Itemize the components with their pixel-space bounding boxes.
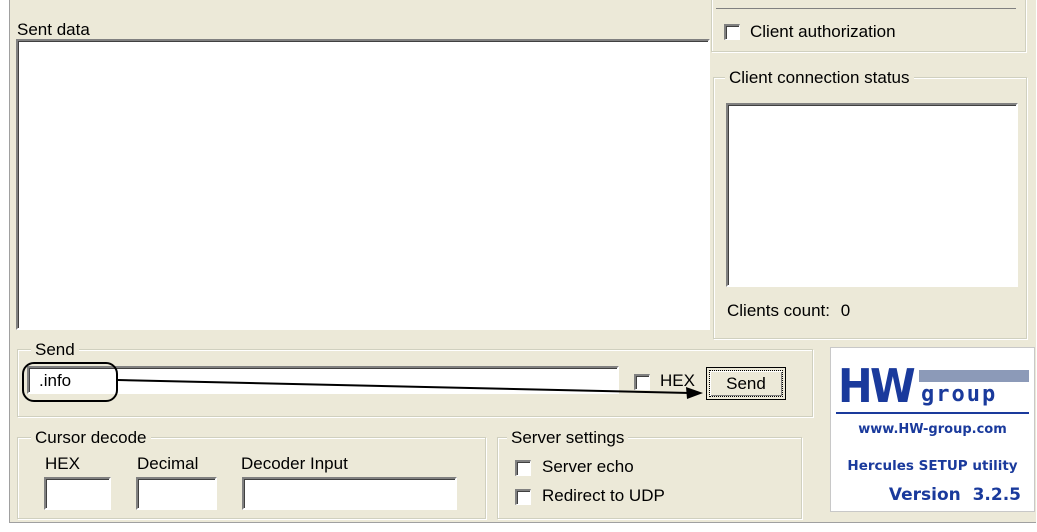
server-echo-label: Server echo bbox=[542, 457, 634, 476]
decoder-input-field[interactable] bbox=[242, 477, 457, 510]
server-echo-checkbox[interactable] bbox=[515, 460, 531, 476]
logo-version: Version 3.2.5 bbox=[888, 485, 1021, 505]
logo-website: www.HW-group.com bbox=[858, 422, 1007, 437]
redirect-udp-checkbox[interactable] bbox=[515, 489, 531, 505]
main-panel: Sent data Client authorization Client co… bbox=[9, 0, 1036, 523]
cursor-decode-hex-field[interactable] bbox=[44, 477, 111, 510]
server-settings-label: Server settings bbox=[507, 428, 629, 448]
logo-bar bbox=[919, 370, 1029, 382]
cursor-decode-decimal-label: Decimal bbox=[137, 454, 199, 473]
redirect-udp-label: Redirect to UDP bbox=[542, 486, 665, 505]
decoder-input-label: Decoder Input bbox=[241, 454, 348, 473]
logo-hw-text: HW bbox=[838, 359, 916, 413]
logo-product: Hercules SETUP utility bbox=[847, 458, 1018, 474]
server-settings-group bbox=[497, 437, 802, 519]
cursor-decode-label: Cursor decode bbox=[31, 428, 151, 448]
cursor-decode-hex-label: HEX bbox=[45, 454, 80, 473]
cursor-decode-decimal-field[interactable] bbox=[136, 477, 217, 510]
logo-group-text: group bbox=[921, 382, 998, 407]
hw-group-logo: HW group www.HW-group.com Hercules SETUP… bbox=[830, 347, 1035, 512]
logo-divider bbox=[836, 412, 1029, 414]
